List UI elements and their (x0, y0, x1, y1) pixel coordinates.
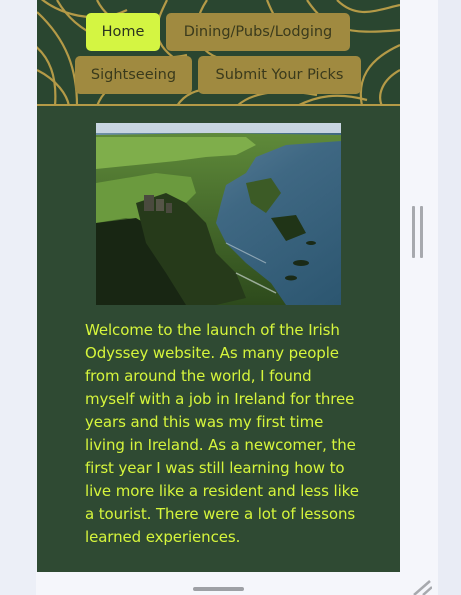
bottom-bar (36, 572, 438, 595)
window-edge (438, 0, 461, 595)
nav-dining-button[interactable]: Dining/Pubs/Lodging (166, 13, 350, 51)
nav-sightseeing-button[interactable]: Sightseeing (75, 56, 192, 94)
nav-submit-picks-label: Submit Your Picks (215, 67, 344, 83)
coastal-cliff-castle-photo-icon (96, 123, 341, 305)
nav-home-label: Home (101, 24, 145, 40)
hero-photo (96, 123, 341, 305)
resize-grip-vertical-icon[interactable] (412, 206, 424, 258)
side-panel (400, 0, 438, 595)
nav-divider (37, 104, 400, 106)
nav-sightseeing-label: Sightseeing (90, 67, 177, 83)
nav-dining-label: Dining/Pubs/Lodging (183, 24, 333, 40)
nav-submit-picks-button[interactable]: Submit Your Picks (198, 56, 361, 94)
site-page: Home Dining/Pubs/Lodging Sightseeing Sub… (37, 0, 400, 572)
intro-paragraph: Welcome to the launch of the Irish Odyss… (85, 321, 359, 546)
drag-handle-icon[interactable] (193, 587, 244, 591)
page-margin-left (0, 0, 36, 595)
browser-viewport: Home Dining/Pubs/Lodging Sightseeing Sub… (0, 0, 461, 595)
resize-corner-icon[interactable] (410, 578, 432, 595)
nav-home-button[interactable]: Home (86, 13, 160, 51)
site-header-nav: Home Dining/Pubs/Lodging Sightseeing Sub… (37, 0, 400, 106)
